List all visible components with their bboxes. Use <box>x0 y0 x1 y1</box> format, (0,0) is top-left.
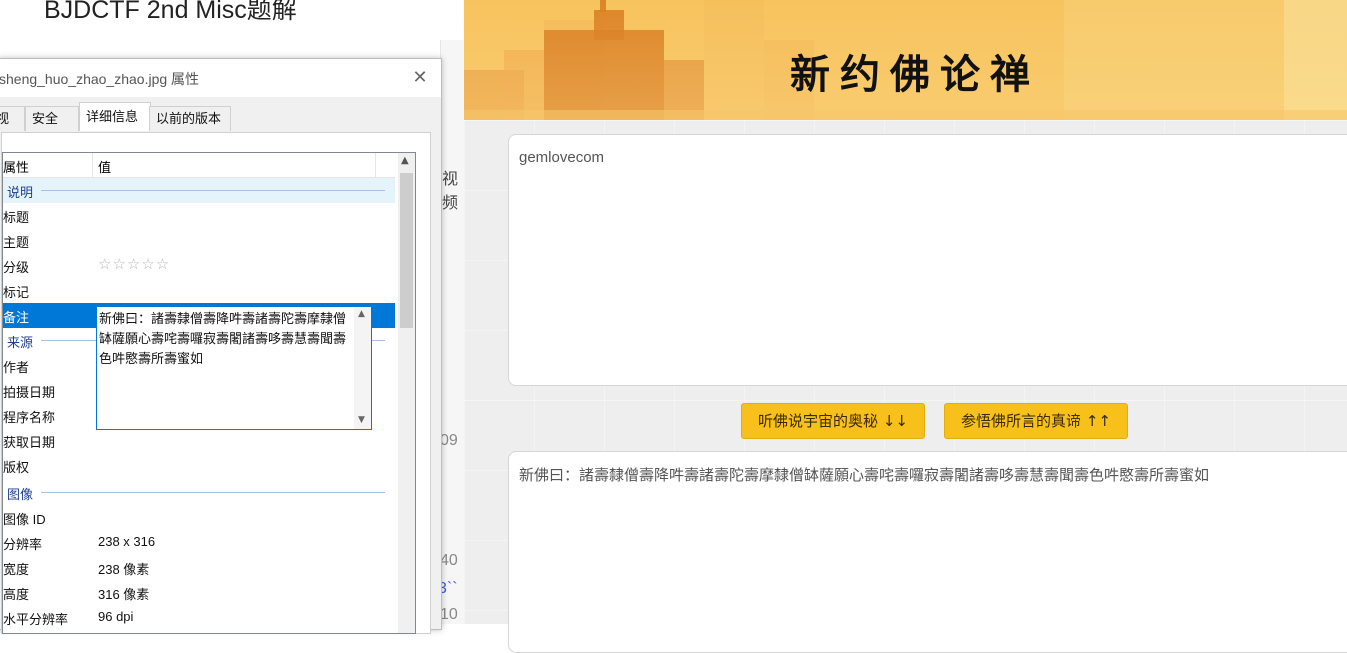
tab-details[interactable]: 详细信息 <box>79 102 151 131</box>
dialog-titlebar[interactable]: sheng_huo_zhao_zhao.jpg 属性 ✕ <box>0 59 441 97</box>
property-key: 作者 <box>3 360 30 375</box>
column-divider[interactable] <box>375 153 376 177</box>
property-value: 238 x 316 <box>98 534 156 549</box>
property-list-header: 属性 值 <box>3 153 395 178</box>
column-header-value[interactable]: 值 <box>98 157 111 176</box>
property-row[interactable]: 版权 <box>3 453 395 478</box>
blog-content-strip <box>440 40 465 624</box>
group-divider <box>41 190 385 191</box>
blog-peek-text: 视频 <box>442 171 459 212</box>
ciphertext-output-value[interactable]: 新佛曰：諸壽隸僧壽降吽壽諸壽陀壽摩隸僧缽薩願心壽咤壽囉寂壽闍諸壽哆壽慧壽聞壽色吽… <box>519 464 1209 485</box>
property-row[interactable]: 标记 <box>3 278 395 303</box>
property-row[interactable]: 宽度 238 像素 <box>3 555 395 580</box>
property-row[interactable]: 高度 316 像素 <box>3 580 395 605</box>
property-key: 获取日期 <box>3 435 56 450</box>
property-row[interactable]: 分辨率 238 x 316 <box>3 530 395 555</box>
group-divider <box>41 492 385 493</box>
property-value: 316 像素 <box>98 587 150 602</box>
blog-peek-text: 10 <box>440 606 458 623</box>
tab-security[interactable]: 安全 <box>25 106 79 131</box>
group-header-description[interactable]: 说明 <box>3 178 395 203</box>
group-label: 来源 <box>7 335 34 350</box>
group-label: 图像 <box>7 487 34 502</box>
dialog-tabs: 视 安全 详细信息 以前的版本 <box>0 102 441 132</box>
file-properties-dialog: sheng_huo_zhao_zhao.jpg 属性 ✕ 视 安全 详细信息 以… <box>0 58 442 634</box>
property-list-scrollbar[interactable]: ▲ <box>398 153 415 633</box>
property-key: 图像 ID <box>3 512 46 527</box>
property-key: 分辨率 <box>3 537 43 552</box>
group-header-image[interactable]: 图像 <box>3 480 395 505</box>
tab-general[interactable]: 视 <box>0 106 25 131</box>
property-row[interactable]: 水平分辨率 96 dpi <box>3 605 395 630</box>
property-key: 标题 <box>3 210 30 225</box>
buddha-cipher-app: 新约佛论禅 gemlovecom 听佛说宇宙的奥秘 ↓↓ 参悟佛所言的真谛 ↑↑… <box>464 0 1347 653</box>
property-key: 宽度 <box>3 562 30 577</box>
property-list[interactable]: 属性 值 说明 标题 主题 分级 ☆☆☆☆☆ 标记 备注 来源 作者 拍摄日期 … <box>2 152 416 634</box>
column-divider[interactable] <box>92 153 93 177</box>
scroll-down-icon[interactable]: ▼ <box>358 415 365 425</box>
property-row[interactable]: 获取日期 <box>3 428 395 453</box>
property-key: 备注 <box>3 310 30 325</box>
blog-title: BJDCTF 2nd Misc题解 <box>44 0 297 24</box>
property-key: 程序名称 <box>3 410 56 425</box>
scrollbar-thumb[interactable] <box>400 173 413 328</box>
property-key: 标记 <box>3 285 30 300</box>
page-title: 新约佛论禅 <box>790 52 1040 98</box>
group-label: 说明 <box>7 185 34 200</box>
close-icon[interactable]: ✕ <box>409 67 431 89</box>
property-value: 96 dpi <box>98 609 134 624</box>
property-row-rating[interactable]: 分级 ☆☆☆☆☆ <box>3 253 395 278</box>
property-key: 高度 <box>3 587 30 602</box>
property-key: 分级 <box>3 260 30 275</box>
scroll-up-icon[interactable]: ▲ <box>358 309 365 319</box>
plaintext-input-value[interactable]: gemlovecom <box>519 149 604 166</box>
property-row[interactable]: 主题 <box>3 228 395 253</box>
details-panel: 属性 值 说明 标题 主题 分级 ☆☆☆☆☆ 标记 备注 来源 作者 拍摄日期 … <box>1 132 431 634</box>
blog-peek-text: 40 <box>440 552 458 569</box>
comment-scrollbar[interactable]: ▲ ▼ <box>354 307 371 429</box>
blog-peek-text: 09 <box>440 432 458 449</box>
column-header-property[interactable]: 属性 <box>3 157 29 176</box>
property-key: 主题 <box>3 235 30 250</box>
plaintext-input[interactable]: gemlovecom <box>508 134 1347 386</box>
dialog-title: sheng_huo_zhao_zhao.jpg 属性 <box>0 71 200 87</box>
comment-text[interactable]: 新佛曰：諸壽隸僧壽降吽壽諸壽陀壽摩隸僧缽薩願心壽咤壽囉寂壽闍諸壽哆壽慧壽聞壽色吽… <box>99 309 351 369</box>
property-value: 238 像素 <box>98 562 150 577</box>
header-banner: 新约佛论禅 <box>464 0 1347 120</box>
property-row[interactable]: 标题 <box>3 203 395 228</box>
property-key: 拍摄日期 <box>3 385 56 400</box>
ciphertext-output[interactable]: 新佛曰：諸壽隸僧壽降吽壽諸壽陀壽摩隸僧缽薩願心壽咤壽囉寂壽闍諸壽哆壽慧壽聞壽色吽… <box>508 451 1347 653</box>
decode-button[interactable]: 参悟佛所言的真谛 ↑↑ <box>944 403 1128 439</box>
property-key: 水平分辨率 <box>3 612 69 627</box>
scroll-up-icon[interactable]: ▲ <box>401 155 409 166</box>
tab-previous-versions[interactable]: 以前的版本 <box>149 106 231 131</box>
property-row[interactable]: 图像 ID <box>3 505 395 530</box>
comment-edit-field[interactable]: 新佛曰：諸壽隸僧壽降吽壽諸壽陀壽摩隸僧缽薩願心壽咤壽囉寂壽闍諸壽哆壽慧壽聞壽色吽… <box>96 306 372 430</box>
encode-button[interactable]: 听佛说宇宙的奥秘 ↓↓ <box>741 403 925 439</box>
property-key: 版权 <box>3 460 30 475</box>
rating-stars[interactable]: ☆☆☆☆☆ <box>98 255 170 273</box>
